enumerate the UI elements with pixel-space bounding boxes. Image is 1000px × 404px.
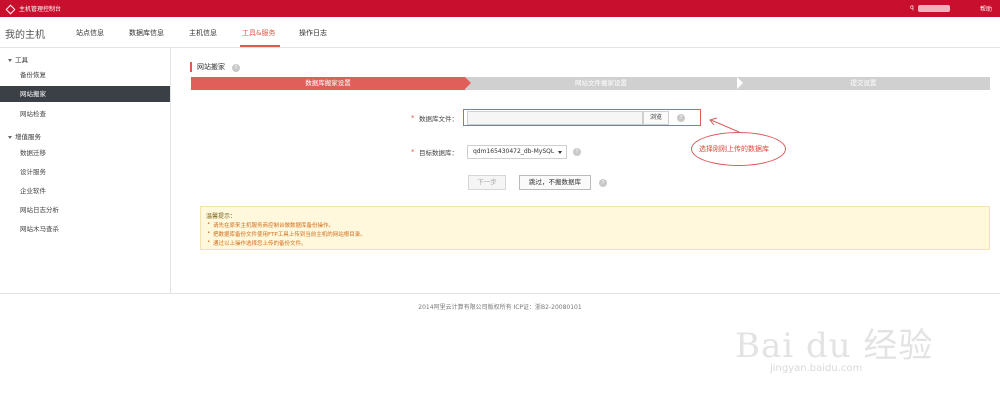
sidebar-item-site-check[interactable]: 网站检查 xyxy=(0,106,170,122)
app-title: 主机管理控制台 xyxy=(19,6,62,13)
sidebar-item-data-migration[interactable]: 数据迁移 xyxy=(0,145,170,161)
notice-box: 温馨提示： 请先在原来主机服务商控制台做数据库备份操作。 把数据库备份文件使用F… xyxy=(200,206,990,250)
sidebar-item-backup-restore[interactable]: 备份恢复 xyxy=(0,67,170,83)
watermark-url: jingyan.baidu.com xyxy=(770,363,863,374)
top-bar: 主机管理控制台 q 帮助 xyxy=(0,0,1000,17)
user-name-redacted xyxy=(918,5,950,12)
active-tab-indicator xyxy=(240,45,280,47)
help-link[interactable]: 帮助 xyxy=(980,4,992,13)
tab-database-info[interactable]: 数据库信息 xyxy=(129,28,164,38)
caret-down-icon xyxy=(8,58,12,62)
sidebar-item-design-service[interactable]: 设计服务 xyxy=(0,164,170,180)
sidebar-item-enterprise-software[interactable]: 企业软件 xyxy=(0,183,170,199)
sidebar-item-log-analysis[interactable]: 网站日志分析 xyxy=(0,202,170,218)
notice-item: 通过以上操作选择您上传的备份文件。 xyxy=(206,239,984,247)
tab-host-info[interactable]: 主机信息 xyxy=(189,28,217,38)
caret-down-icon xyxy=(8,135,12,139)
watermark-main: Bai du 经验 xyxy=(735,326,934,366)
annotation-arrow xyxy=(709,117,740,133)
main-nav: 我的主机 站点信息 数据库信息 主机信息 工具&服务 操作日志 xyxy=(0,17,1000,48)
tab-site-info[interactable]: 站点信息 xyxy=(76,28,104,38)
notice-item: 请先在原来主机服务商控制台做数据库备份操作。 xyxy=(206,221,984,229)
user-account[interactable]: q xyxy=(910,4,914,11)
sidebar-section-value-added[interactable]: 增值服务 xyxy=(8,131,41,141)
watermark-logo: Bai du 经验 jingyan.baidu.com xyxy=(735,318,934,374)
logo-icon xyxy=(5,4,14,13)
tab-operation-log[interactable]: 操作日志 xyxy=(299,28,327,38)
notice-item: 把数据库备份文件使用FTP工具上传到当前主机的网站根目录。 xyxy=(206,230,984,238)
annotation-text: 选择刚刚上传的数据库 xyxy=(699,145,769,153)
sidebar: 工具 备份恢复 网站搬家 网站检查 增值服务 数据迁移 设计服务 企业软件 网站… xyxy=(0,48,171,293)
sidebar-item-trojan-scan[interactable]: 网站木马查杀 xyxy=(0,221,170,237)
notice-title: 温馨提示： xyxy=(206,213,237,220)
sidebar-section-tools[interactable]: 工具 xyxy=(8,54,28,64)
copyright-text: 2014阿里云计算有限公司版权所有 ICP证：浙B2-20080101 xyxy=(418,304,582,311)
home-title[interactable]: 我的主机 xyxy=(5,26,45,41)
main-content: 网站搬家 ? 数据库搬家设置 网站文件搬家设置 提交设置 * 数据库文件： 浏览… xyxy=(171,48,1000,293)
sidebar-item-site-migration[interactable]: 网站搬家 xyxy=(0,86,170,102)
tab-tools-services[interactable]: 工具&服务 xyxy=(242,28,275,38)
